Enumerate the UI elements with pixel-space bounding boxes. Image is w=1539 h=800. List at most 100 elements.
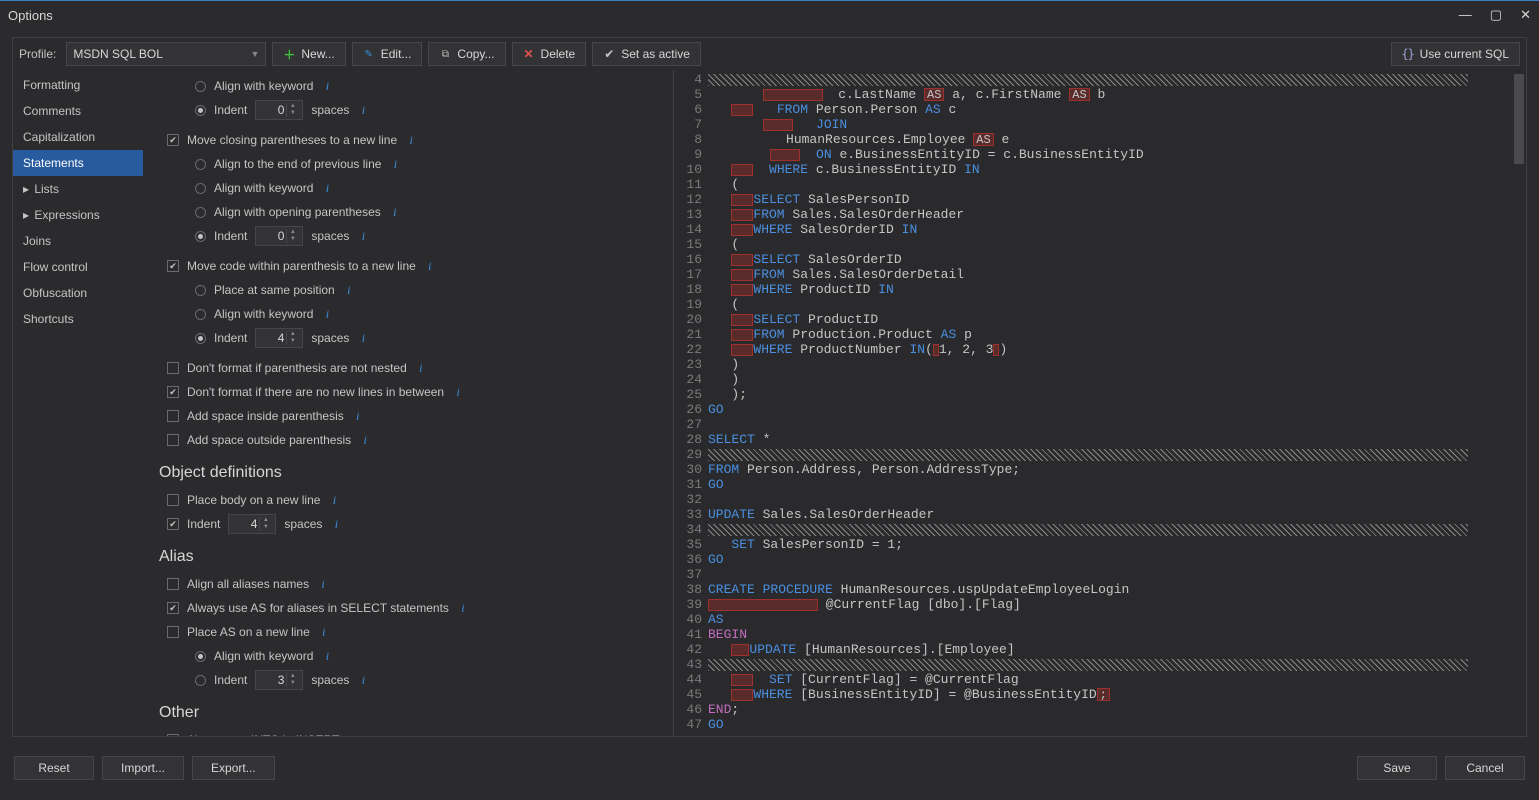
cb-always-into[interactable] xyxy=(167,734,179,736)
radio-same-pos[interactable] xyxy=(195,285,206,296)
cb-code-paren-newline[interactable] xyxy=(167,260,179,272)
nav-capitalization[interactable]: Capitalization xyxy=(13,124,143,150)
cb-align-alias[interactable] xyxy=(167,578,179,590)
info-icon[interactable] xyxy=(359,434,371,446)
nav-obfuscation[interactable]: Obfuscation xyxy=(13,280,143,306)
info-icon[interactable] xyxy=(330,518,342,530)
info-icon[interactable] xyxy=(405,134,417,146)
indent-value-2[interactable]: ▲▼ xyxy=(255,226,303,246)
cb-close-paren-newline[interactable] xyxy=(167,134,179,146)
import-button[interactable]: Import... xyxy=(102,756,184,780)
spinner-icon[interactable]: ▲▼ xyxy=(286,331,298,345)
spinner-icon[interactable]: ▲▼ xyxy=(286,673,298,687)
indent-value-objdef[interactable]: ▲▼ xyxy=(228,514,276,534)
form-area: Align with keyword Indent ▲▼ spaces Move… xyxy=(143,70,673,736)
cancel-button[interactable]: Cancel xyxy=(1445,756,1525,780)
radio-indent-1[interactable] xyxy=(195,105,206,116)
indent-value-1[interactable]: ▲▼ xyxy=(255,100,303,120)
copy-button[interactable]: ⧉Copy... xyxy=(428,42,505,66)
toolbar: Profile: MSDN SQL BOL ▼ ＋New... ✎Edit...… xyxy=(13,38,1526,70)
info-icon[interactable] xyxy=(409,734,421,736)
new-button[interactable]: ＋New... xyxy=(272,42,345,66)
radio-indent-alias[interactable] xyxy=(195,675,206,686)
radio-align-end-prev[interactable] xyxy=(195,159,206,170)
info-icon[interactable] xyxy=(357,104,369,116)
code-lines: c.LastName AS a, c.FirstName AS b FROM P… xyxy=(708,70,1512,736)
cb-dont-format-nested[interactable] xyxy=(167,362,179,374)
nav-expressions[interactable]: ▸ Expressions xyxy=(13,202,143,228)
nav-shortcuts[interactable]: Shortcuts xyxy=(13,306,143,332)
reset-button[interactable]: Reset xyxy=(14,756,94,780)
maximize-button[interactable]: ▢ xyxy=(1490,7,1502,23)
radio-indent-2[interactable] xyxy=(195,231,206,242)
save-button[interactable]: Save xyxy=(1357,756,1437,780)
info-icon[interactable] xyxy=(389,158,401,170)
set-active-button[interactable]: ✔Set as active xyxy=(592,42,701,66)
delete-button[interactable]: ✕Delete xyxy=(512,42,587,66)
cb-space-outside[interactable] xyxy=(167,434,179,446)
info-icon[interactable] xyxy=(321,80,333,92)
radio-align-keyword-3[interactable] xyxy=(195,309,206,320)
cb-dont-format-nonewline[interactable] xyxy=(167,386,179,398)
radio-align-keyword-2[interactable] xyxy=(195,183,206,194)
info-icon[interactable] xyxy=(452,386,464,398)
indent-value-3[interactable]: ▲▼ xyxy=(255,328,303,348)
info-icon[interactable] xyxy=(321,308,333,320)
info-icon[interactable] xyxy=(424,260,436,272)
info-icon[interactable] xyxy=(343,284,355,296)
info-icon[interactable] xyxy=(389,206,401,218)
cb-indent-objdef[interactable] xyxy=(167,518,179,530)
info-icon[interactable] xyxy=(457,602,469,614)
info-icon[interactable] xyxy=(321,650,333,662)
nav-formatting[interactable]: Formatting xyxy=(13,72,143,98)
nav-joins[interactable]: Joins xyxy=(13,228,143,254)
radio-align-keyword-4[interactable] xyxy=(195,651,206,662)
pencil-icon: ✎ xyxy=(363,48,375,60)
section-alias: Alias xyxy=(159,548,661,566)
body: Formatting Comments Capitalization State… xyxy=(13,70,1526,736)
caret-right-icon: ▸ xyxy=(23,208,31,222)
info-icon[interactable] xyxy=(328,494,340,506)
info-icon[interactable] xyxy=(352,410,364,422)
radio-indent-3[interactable] xyxy=(195,333,206,344)
info-icon[interactable] xyxy=(317,578,329,590)
info-icon[interactable] xyxy=(415,362,427,374)
cb-space-inside[interactable] xyxy=(167,410,179,422)
cb-place-as-newline[interactable] xyxy=(167,626,179,638)
close-button[interactable]: ✕ xyxy=(1520,7,1531,23)
info-icon[interactable] xyxy=(357,674,369,686)
spinner-icon[interactable]: ▲▼ xyxy=(259,517,271,531)
profile-select[interactable]: MSDN SQL BOL ▼ xyxy=(66,42,266,66)
info-icon[interactable] xyxy=(321,182,333,194)
content-frame: Profile: MSDN SQL BOL ▼ ＋New... ✎Edit...… xyxy=(12,37,1527,737)
edit-button[interactable]: ✎Edit... xyxy=(352,42,423,66)
radio-align-open-paren[interactable] xyxy=(195,207,206,218)
nav-flow-control[interactable]: Flow control xyxy=(13,254,143,280)
radio-align-keyword-1[interactable] xyxy=(195,81,206,92)
info-icon[interactable] xyxy=(357,332,369,344)
use-current-sql-button[interactable]: {}Use current SQL xyxy=(1391,42,1520,66)
info-icon[interactable] xyxy=(318,626,330,638)
cb-always-as-select[interactable] xyxy=(167,602,179,614)
code-preview: 4567891011121314151617181920212223242526… xyxy=(673,70,1526,736)
info-icon[interactable] xyxy=(357,230,369,242)
copy-icon: ⧉ xyxy=(439,48,451,60)
nav-lists[interactable]: ▸ Lists xyxy=(13,176,143,202)
profile-value: MSDN SQL BOL xyxy=(73,47,163,61)
nav-statements[interactable]: Statements xyxy=(13,150,143,176)
profile-label: Profile: xyxy=(19,47,60,61)
nav-comments[interactable]: Comments xyxy=(13,98,143,124)
spinner-icon[interactable]: ▲▼ xyxy=(286,103,298,117)
indent-value-alias[interactable]: ▲▼ xyxy=(255,670,303,690)
code-scrollbar[interactable] xyxy=(1512,70,1526,736)
window-title: Options xyxy=(8,8,53,23)
plus-icon: ＋ xyxy=(283,48,295,60)
section-other: Other xyxy=(159,704,661,722)
sidebar: Formatting Comments Capitalization State… xyxy=(13,70,143,736)
cb-place-body-newline[interactable] xyxy=(167,494,179,506)
window-controls: — ▢ ✕ xyxy=(1459,7,1531,23)
spinner-icon[interactable]: ▲▼ xyxy=(286,229,298,243)
footer: Reset Import... Export... Save Cancel xyxy=(0,745,1539,791)
minimize-button[interactable]: — xyxy=(1459,7,1472,23)
export-button[interactable]: Export... xyxy=(192,756,275,780)
